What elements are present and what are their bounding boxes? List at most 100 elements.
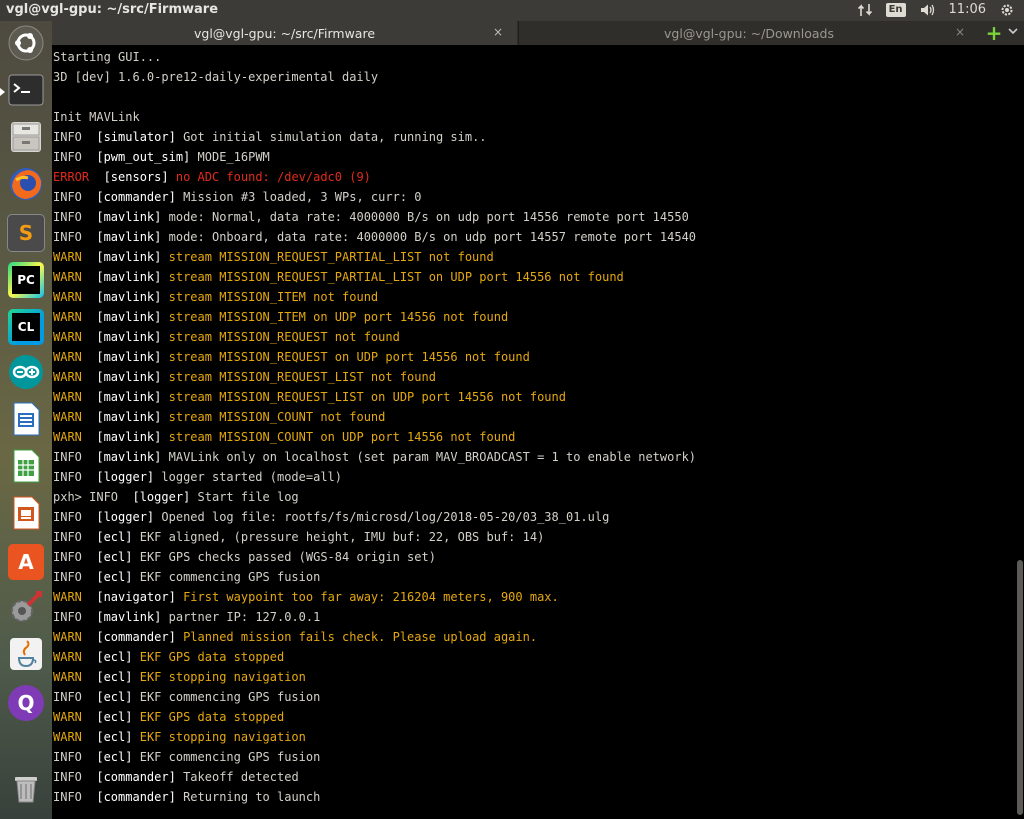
log-text: Starting GUI... [53, 50, 162, 64]
terminal-icon [8, 72, 44, 112]
pycharm-icon: PC [8, 262, 44, 298]
log-message: MAVLink only on localhost (set param MAV… [168, 450, 697, 464]
log-message: stream MISSION_REQUEST on UDP port 14556… [168, 350, 530, 364]
log-line: WARN [commander] Planned mission fails c… [53, 627, 537, 647]
log-level: WARN [53, 670, 82, 684]
close-tab-icon[interactable]: × [955, 25, 965, 39]
trash-button[interactable] [5, 769, 47, 809]
log-module: [mavlink] [96, 610, 162, 624]
log-level: WARN [53, 370, 82, 384]
log-module: [mavlink] [96, 230, 162, 244]
log-message: Start file log [197, 490, 299, 504]
log-level: INFO [89, 490, 119, 504]
log-module: [mavlink] [96, 310, 162, 324]
new-tab-plus-icon[interactable]: + [984, 23, 1004, 43]
ubuntu-dash-button[interactable] [5, 25, 47, 65]
clion-button[interactable]: CL [5, 307, 47, 347]
log-module: [ecl] [96, 550, 133, 564]
log-level: INFO [53, 570, 82, 584]
log-message: EKF GPS data stopped [139, 710, 285, 724]
volume-icon[interactable] [920, 3, 935, 17]
scrollbar[interactable] [1015, 45, 1024, 819]
log-level: INFO [53, 750, 82, 764]
log-line: INFO [ecl] EKF GPS checks passed (WGS-84… [53, 547, 436, 567]
log-message: partner IP: 127.0.0.1 [168, 610, 321, 624]
log-level: INFO [53, 550, 82, 564]
log-message: Got initial simulation data, running sim… [183, 130, 487, 144]
log-message: stream MISSION_REQUEST_PARTIAL_LIST not … [168, 250, 494, 264]
clock[interactable]: 11:06 [949, 2, 986, 17]
log-message: EKF stopping navigation [139, 670, 306, 684]
log-line: WARN [mavlink] stream MISSION_REQUEST_PA… [53, 267, 624, 287]
log-module: [ecl] [96, 750, 133, 764]
libreoffice-writer-button[interactable] [5, 401, 47, 441]
log-level: WARN [53, 730, 82, 744]
log-module: [simulator] [96, 130, 176, 144]
log-line: WARN [mavlink] stream MISSION_COUNT on U… [53, 427, 515, 447]
log-line: INFO [ecl] EKF commencing GPS fusion [53, 747, 320, 767]
top-panel: vgl@vgl-gpu: ~/src/Firmware En 11:06 [0, 0, 1024, 21]
log-line: Init MAVLink [53, 107, 140, 127]
files-button[interactable] [5, 119, 47, 159]
log-level: WARN [53, 710, 82, 724]
log-text: Init MAVLink [53, 110, 140, 124]
log-module: [mavlink] [96, 410, 162, 424]
log-line: INFO [mavlink] mode: Onboard, data rate:… [53, 227, 696, 247]
java-icon [8, 636, 44, 676]
log-module: [pwm_out_sim] [96, 150, 191, 164]
log-message: stream MISSION_REQUEST not found [168, 330, 400, 344]
log-message: EKF GPS data stopped [139, 650, 285, 664]
clion-glyph: CL [12, 313, 40, 341]
log-module: [mavlink] [96, 210, 162, 224]
tab-label: vgl@vgl-gpu: ~/src/Firmware [193, 25, 376, 41]
log-message: First waypoint too far away: 216204 mete… [183, 590, 559, 604]
log-level: WARN [53, 270, 82, 284]
log-line: INFO [mavlink] partner IP: 127.0.0.1 [53, 607, 320, 627]
log-message: logger started (mode=all) [161, 470, 343, 484]
log-module: [mavlink] [96, 370, 162, 384]
sublime-text-button[interactable]: S [5, 213, 47, 253]
firefox-button[interactable] [5, 166, 47, 206]
libreoffice-calc-button[interactable] [5, 448, 47, 488]
clion-icon: CL [8, 309, 44, 345]
log-level: INFO [53, 470, 82, 484]
log-message: mode: Onboard, data rate: 4000000 B/s on… [168, 230, 697, 244]
log-module: [ecl] [96, 730, 133, 744]
terminal-output[interactable]: Starting GUI... 3D [dev] 1.6.0-pre12-dail… [52, 45, 1012, 819]
power-gear-icon[interactable] [1000, 3, 1014, 17]
system-settings-button[interactable] [5, 589, 47, 629]
close-tab-icon[interactable]: × [493, 25, 503, 39]
terminal-window: vgl@vgl-gpu: ~/src/Firmware × vgl@vgl-gp… [52, 21, 1024, 819]
log-line: WARN [navigator] First waypoint too far … [53, 587, 559, 607]
log-line: ERROR [sensors] no ADC found: /dev/adc0 … [53, 167, 371, 187]
log-message: EKF commencing GPS fusion [139, 690, 321, 704]
tab-downloads[interactable]: vgl@vgl-gpu: ~/Downloads × [518, 21, 979, 45]
tab-label: vgl@vgl-gpu: ~/Downloads [664, 25, 834, 41]
log-message: Planned mission fails check. Please uplo… [183, 630, 538, 644]
java-button[interactable] [5, 636, 47, 676]
log-line: WARN [mavlink] stream MISSION_ITEM not f… [53, 287, 378, 307]
log-line: WARN [mavlink] stream MISSION_REQUEST no… [53, 327, 400, 347]
terminal-button[interactable] [0, 72, 47, 112]
pycharm-button[interactable]: PC [5, 260, 47, 300]
arduino-button[interactable] [5, 354, 47, 394]
tab-menu-chevron-down-icon[interactable] [1008, 26, 1020, 40]
qgroundcontrol-button[interactable]: Q [5, 683, 47, 723]
network-icon[interactable] [857, 3, 872, 17]
tab-firmware[interactable]: vgl@vgl-gpu: ~/src/Firmware × [52, 21, 517, 45]
log-line: pxh> INFO [logger] Start file log [53, 487, 299, 507]
log-line: INFO [logger] logger started (mode=all) [53, 467, 342, 487]
log-level: WARN [53, 290, 82, 304]
log-message: stream MISSION_COUNT on UDP port 14556 n… [168, 430, 516, 444]
log-module: [mavlink] [96, 330, 162, 344]
log-line: INFO [mavlink] mode: Normal, data rate: … [53, 207, 689, 227]
log-module: [ecl] [96, 530, 133, 544]
software-center-button[interactable]: A [5, 542, 47, 582]
libreoffice-impress-button[interactable] [5, 495, 47, 535]
log-message: Mission #3 loaded, 3 WPs, curr: 0 [183, 190, 422, 204]
keyboard-layout-indicator[interactable]: En [885, 2, 906, 17]
scrollbar-thumb[interactable] [1017, 560, 1023, 815]
log-module: [mavlink] [96, 290, 162, 304]
log-line: INFO [commander] Mission #3 loaded, 3 WP… [53, 187, 422, 207]
launcher: S PC CL A Q [0, 21, 52, 819]
